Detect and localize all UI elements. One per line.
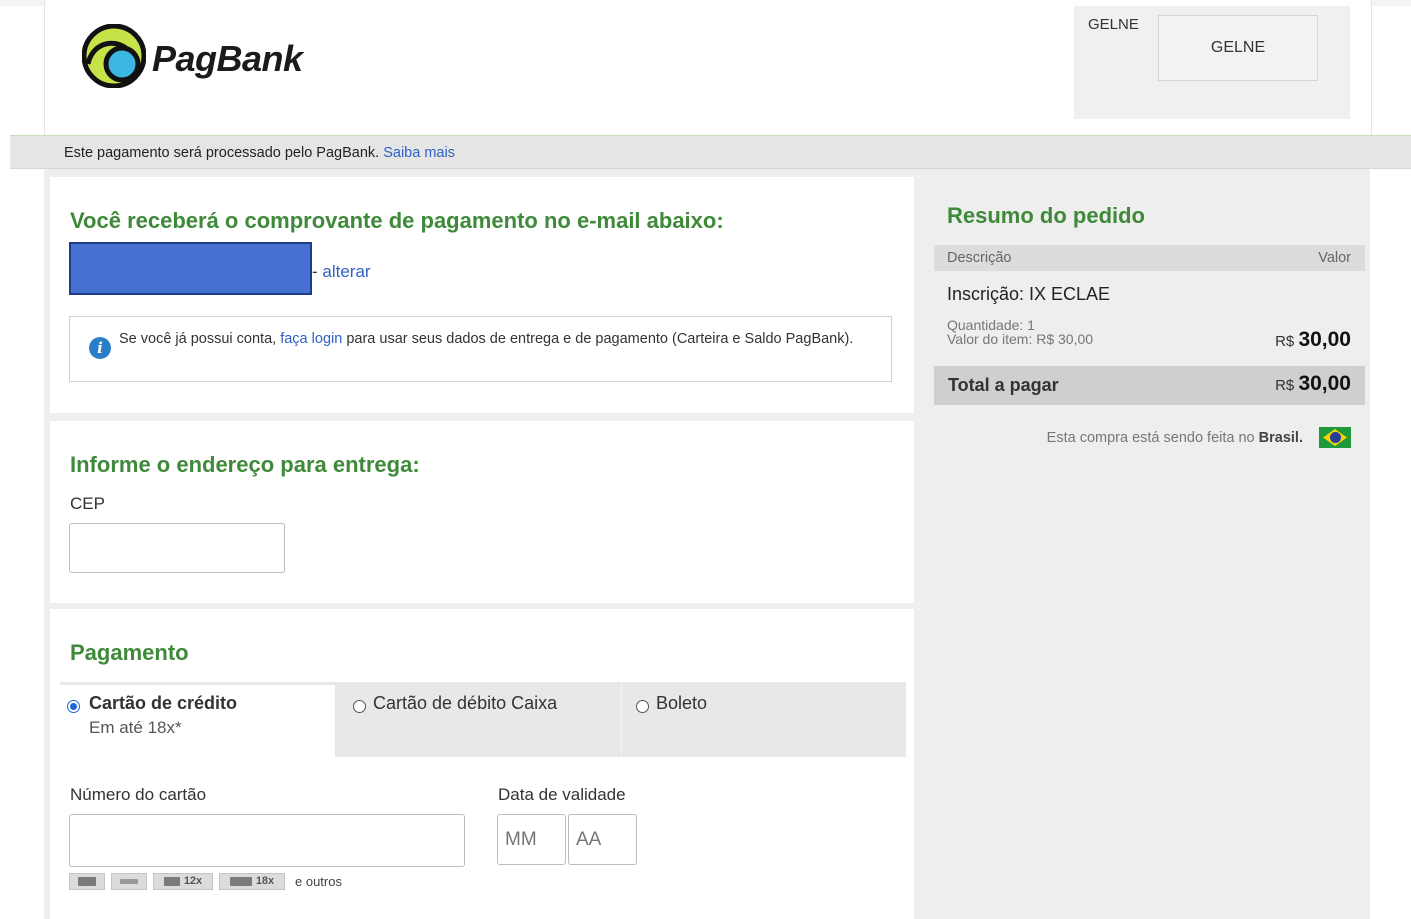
col-value: Valor — [1318, 250, 1351, 266]
summary-total-row: Total a pagar R$ 30,00 — [934, 366, 1365, 405]
email-section-title: Você receberá o comprovante de pagamento… — [70, 208, 724, 233]
login-link[interactable]: faça login — [280, 331, 342, 347]
email-section: Você receberá o comprovante de pagamento… — [50, 177, 914, 413]
order-summary: Resumo do pedido Descrição Valor Inscriç… — [934, 177, 1365, 477]
total-currency: R$ — [1275, 377, 1295, 394]
processing-info-text: Este pagamento será processado pelo PagB… — [64, 145, 455, 161]
learn-more-link[interactable]: Saiba mais — [383, 145, 455, 161]
card-brand-icon — [69, 872, 105, 890]
summary-title: Resumo do pedido — [947, 203, 1145, 228]
cep-label: CEP — [70, 494, 105, 513]
total-price: R$ 30,00 — [1275, 372, 1351, 396]
country-note: Esta compra está sendo feita no Brasil. — [1047, 430, 1303, 446]
payment-section-title: Pagamento — [70, 640, 189, 665]
item-unit-value: Valor do item: R$ 30,00 — [947, 331, 1094, 347]
credit-card-label: Cartão de crédito — [89, 693, 238, 713]
total-label: Total a pagar — [948, 375, 1059, 395]
processing-info-label: Este pagamento será processado pelo PagB… — [64, 145, 380, 161]
brazil-flag-icon — [1319, 427, 1351, 448]
expiry-label: Data de validade — [498, 785, 626, 804]
summary-table-header: Descrição Valor — [934, 245, 1365, 271]
tab-debit-card[interactable]: Cartão de débito Caixa — [341, 682, 622, 757]
address-section-title: Informe o endereço para entrega: — [70, 452, 420, 477]
brands-more-text: e outros — [295, 873, 342, 889]
address-section: Informe o endereço para entrega: CEP — [50, 421, 914, 603]
card-number-label: Número do cartão — [70, 785, 207, 804]
expiry-month-input[interactable] — [497, 814, 566, 865]
card-brands: 12x 18x e outros — [69, 871, 342, 891]
pagbank-logo-icon — [82, 24, 146, 88]
boleto-label: Boleto — [656, 693, 708, 713]
card-number-input[interactable] — [69, 814, 465, 867]
change-email-link[interactable]: alterar — [322, 262, 370, 281]
login-notice-text: Se você já possui conta, faça login para… — [119, 331, 879, 348]
item-price: R$ 30,00 — [1275, 328, 1351, 352]
debit-card-label: Cartão de débito Caixa — [373, 693, 558, 713]
card-brand-18x: 18x — [219, 872, 285, 890]
total-value: 30,00 — [1298, 372, 1351, 395]
notice-suffix: para usar seus dados de entrega e de pag… — [346, 331, 854, 347]
seller-name: GELNE — [1088, 16, 1139, 33]
info-icon: i — [89, 337, 111, 359]
card-brand-12x: 12x — [153, 872, 213, 890]
country-name: Brasil. — [1258, 430, 1303, 446]
processing-info-bar: Este pagamento será processado pelo PagB… — [10, 135, 1411, 169]
col-description: Descrição — [947, 250, 1012, 266]
visa-card-icon — [111, 872, 147, 890]
payment-section: Pagamento Cartão de crédito Em até 18x* … — [50, 609, 914, 919]
brand-18x-text: 18x — [255, 875, 275, 887]
cep-input[interactable] — [69, 523, 285, 573]
credit-card-radio[interactable] — [67, 700, 80, 713]
item-total: 30,00 — [1298, 328, 1351, 351]
seller-box: GELNE GELNE — [1074, 6, 1350, 119]
debit-card-radio[interactable] — [353, 700, 366, 713]
boleto-radio[interactable] — [636, 700, 649, 713]
brand-12x-text: 12x — [183, 875, 203, 887]
expiry-year-input[interactable] — [568, 814, 637, 865]
item-quantity: Quantidade: 1 — [947, 317, 1035, 333]
email-value-redacted — [69, 242, 312, 295]
item-currency: R$ — [1275, 333, 1295, 350]
change-email: - alterar — [312, 262, 371, 281]
payment-method-tabs: Cartão de crédito Em até 18x* Cartão de … — [60, 682, 906, 757]
item-details: Quantidade: 1 Valor do item: R$ 30,00 — [947, 318, 1093, 346]
pagbank-logo[interactable]: PagBank — [82, 24, 322, 88]
country-note-prefix: Esta compra está sendo feita no — [1046, 430, 1255, 446]
notice-prefix: Se você já possui conta, — [119, 331, 277, 347]
item-name: Inscrição: IX ECLAE — [947, 284, 1111, 304]
tab-boleto[interactable]: Boleto — [624, 682, 906, 757]
brand-name: PagBank — [152, 38, 303, 79]
tab-credit-card[interactable]: Cartão de crédito Em até 18x* — [60, 682, 335, 757]
seller-logo-text: GELNE — [1210, 39, 1266, 56]
login-notice: i Se você já possui conta, faça login pa… — [69, 316, 892, 382]
seller-logo: GELNE — [1158, 15, 1318, 81]
credit-card-installments: Em até 18x* — [89, 718, 182, 737]
